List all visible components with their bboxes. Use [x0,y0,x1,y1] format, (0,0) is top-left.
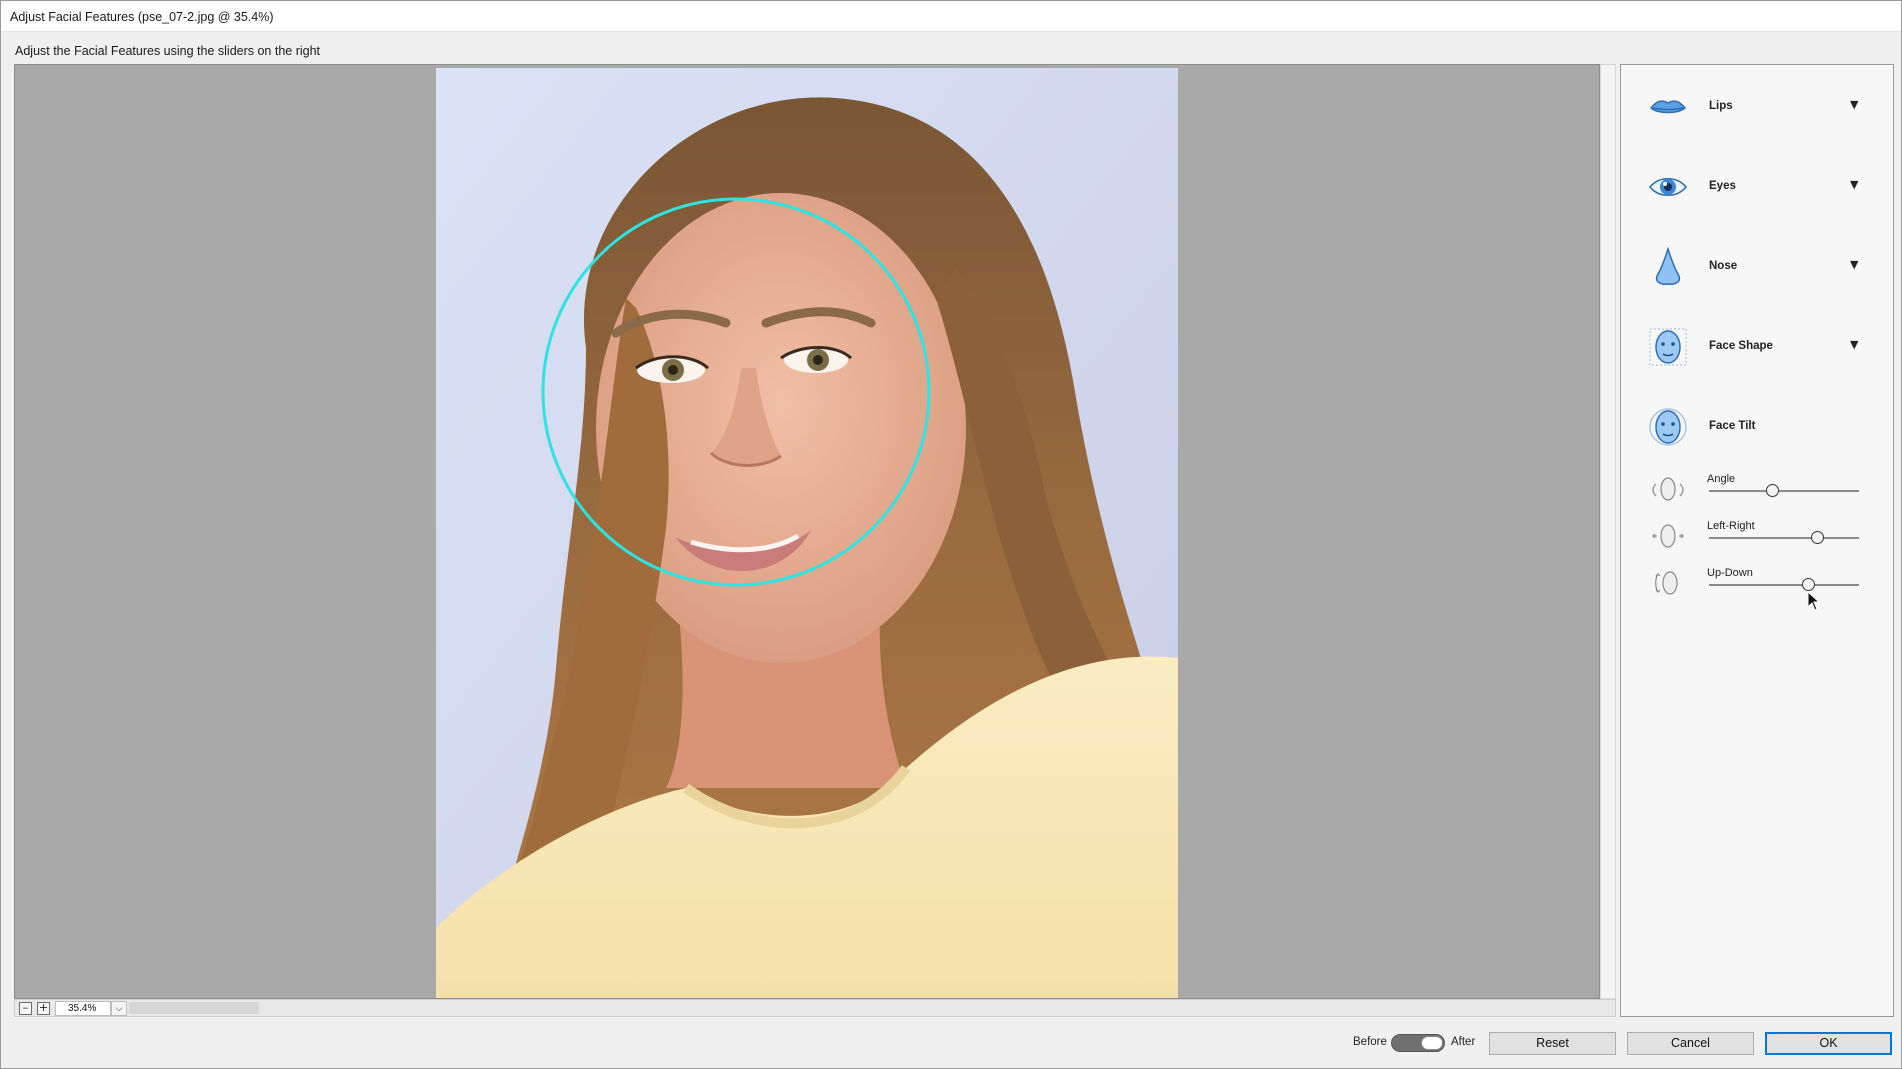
horizontal-scrollbar[interactable] [129,1002,259,1014]
ok-button[interactable]: OK [1765,1032,1892,1055]
facial-features-panel: Lips ▼ Eyes ▼ Nose ▼ Face Shape ▼ Face T… [1620,64,1894,1017]
cancel-button[interactable]: Cancel [1627,1032,1754,1055]
feature-eyes[interactable]: Eyes ▼ [1621,156,1893,216]
feature-label: Face Shape [1709,340,1773,352]
slider-left-right: Left-Right [1621,515,1893,559]
expand-arrow-icon[interactable]: ▼ [1850,338,1858,351]
feature-face-shape[interactable]: Face Shape ▼ [1621,316,1893,376]
face-tilt-icon [1647,406,1689,448]
zoom-level-field[interactable]: 35.4% [55,1001,111,1016]
zoom-out-button[interactable]: – [19,1002,32,1015]
slider-track[interactable] [1709,490,1859,492]
tilt-face-icon [1649,568,1687,598]
feature-lips[interactable]: Lips ▼ [1621,76,1893,136]
slider-label: Left-Right [1707,520,1755,532]
after-label: After [1451,1036,1476,1048]
feature-face-tilt[interactable]: Face Tilt [1621,396,1893,456]
status-bar: – + 35.4% ⌵ [14,999,1616,1017]
instructions-text: Adjust the Facial Features using the sli… [15,44,321,58]
zoom-in-button[interactable]: + [37,1002,50,1015]
mouse-cursor-icon [1807,591,1821,611]
slider-track[interactable] [1709,584,1859,586]
feature-label: Eyes [1709,180,1736,192]
expand-arrow-icon[interactable]: ▼ [1850,258,1858,271]
expand-arrow-icon[interactable]: ▼ [1850,98,1858,111]
before-label: Before [1353,1036,1387,1048]
title-bar[interactable]: Adjust Facial Features (pse_07-2.jpg @ 3… [1,1,1901,32]
slider-thumb[interactable] [1810,531,1824,544]
feature-nose[interactable]: Nose ▼ [1621,236,1893,296]
slider-angle: Angle [1621,468,1893,512]
feature-label: Nose [1709,260,1738,272]
rotate-face-icon [1649,474,1687,504]
zoom-dropdown-button[interactable]: ⌵ [111,1001,127,1016]
eye-icon [1647,166,1689,208]
nose-icon [1647,246,1689,288]
adjust-facial-features-dialog: Adjust Facial Features (pse_07-2.jpg @ 3… [0,0,1902,1069]
chevron-down-icon: ⌵ [115,1003,123,1013]
minus-icon: – [22,1001,29,1014]
plus-icon: + [38,1001,49,1014]
slider-label: Up-Down [1707,567,1753,579]
slider-label: Angle [1707,473,1736,485]
slider-thumb[interactable] [1801,578,1815,591]
vertical-scrollbar[interactable] [1600,64,1616,999]
reset-button[interactable]: Reset [1489,1032,1616,1055]
image-canvas[interactable] [14,64,1600,999]
before-after-toggle[interactable] [1391,1034,1445,1052]
window-title: Adjust Facial Features (pse_07-2.jpg @ 3… [10,10,274,24]
feature-label: Face Tilt [1709,420,1756,432]
slider-up-down: Up-Down [1621,562,1893,606]
portrait-photo[interactable] [436,68,1178,998]
lips-icon [1647,86,1689,128]
feature-label: Lips [1709,100,1733,112]
toggle-knob [1421,1036,1443,1050]
expand-arrow-icon[interactable]: ▼ [1850,178,1858,191]
slider-track[interactable] [1709,537,1859,539]
face-shape-icon [1647,326,1689,368]
turn-face-icon [1649,521,1687,551]
slider-thumb[interactable] [1765,484,1779,497]
